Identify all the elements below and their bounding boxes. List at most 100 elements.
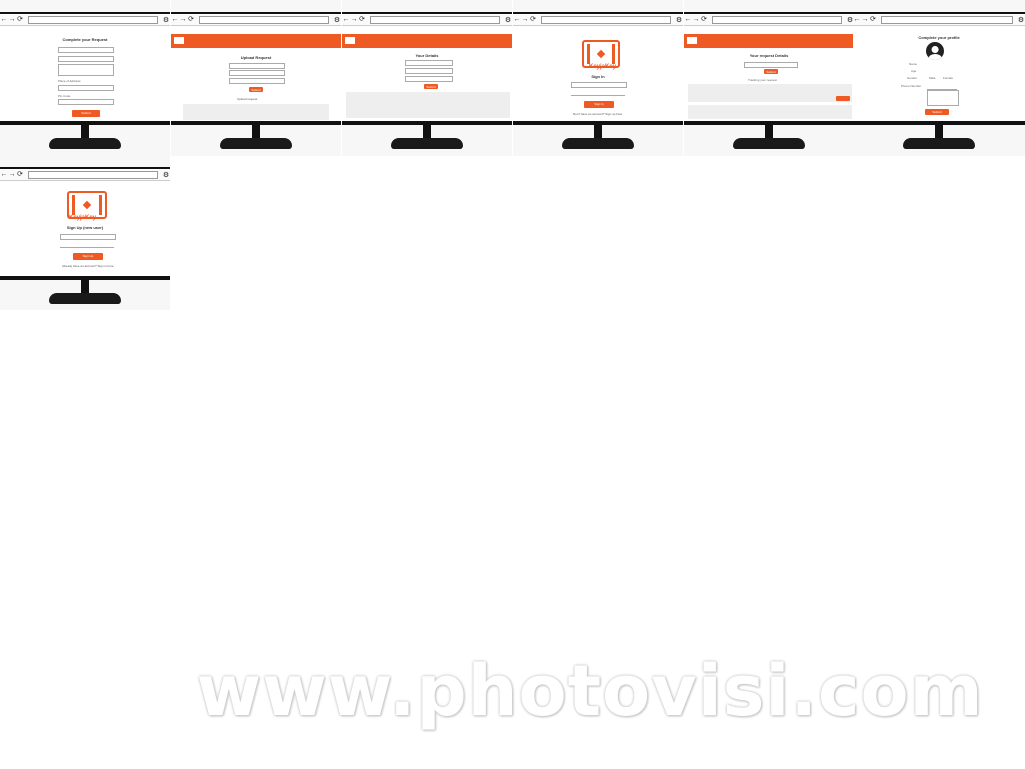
forward-arrow-icon[interactable]: → bbox=[692, 15, 700, 25]
monitor-neck bbox=[81, 280, 89, 294]
monitor-screen bbox=[0, 169, 170, 277]
input-field[interactable] bbox=[405, 60, 453, 66]
screenshot-tile-6: ← → ⟳ ⚙ Complete your profile Name Age G… bbox=[853, 0, 1025, 156]
refresh-icon[interactable]: ⟳ bbox=[16, 170, 24, 180]
logo-icon[interactable] bbox=[686, 36, 698, 45]
page-title: Complete your Request bbox=[62, 37, 108, 42]
content-panel bbox=[688, 105, 852, 119]
address-field[interactable] bbox=[58, 85, 114, 91]
monitor-stand bbox=[220, 138, 292, 149]
url-bar[interactable] bbox=[199, 16, 329, 24]
gear-icon[interactable]: ⚙ bbox=[675, 16, 683, 24]
textarea-field[interactable] bbox=[927, 90, 959, 106]
screenshot-tile-5: ← → ⟳ ⚙ Your request Details Submit Trac… bbox=[684, 0, 854, 156]
avatar-icon[interactable] bbox=[926, 42, 944, 60]
forward-arrow-icon[interactable]: → bbox=[350, 15, 358, 25]
screenshot-tile-4: ← → ⟳ ⚙ KeyjaKey Sign In Sign In Don't h… bbox=[513, 0, 683, 156]
gear-icon[interactable]: ⚙ bbox=[504, 16, 512, 24]
refresh-icon[interactable]: ⟳ bbox=[358, 15, 366, 25]
action-button[interactable] bbox=[836, 96, 850, 101]
forward-arrow-icon[interactable]: → bbox=[8, 170, 16, 180]
input-field[interactable] bbox=[58, 47, 114, 53]
brand-name: KeyjaKey bbox=[589, 64, 617, 70]
back-arrow-icon[interactable]: ← bbox=[684, 15, 692, 25]
url-bar[interactable] bbox=[712, 16, 842, 24]
browser-toolbar: ← → ⟳ ⚙ bbox=[0, 15, 170, 26]
site-header bbox=[171, 34, 341, 48]
back-arrow-icon[interactable]: ← bbox=[0, 170, 8, 180]
url-bar[interactable] bbox=[28, 16, 158, 24]
input-field[interactable] bbox=[405, 76, 453, 82]
gear-icon[interactable]: ⚙ bbox=[162, 171, 170, 179]
upload-link[interactable]: Upload request bbox=[237, 97, 257, 101]
submit-button[interactable]: Submit bbox=[925, 109, 949, 115]
monitor-stand bbox=[903, 138, 975, 149]
forward-arrow-icon[interactable]: → bbox=[8, 15, 16, 25]
email-field[interactable] bbox=[60, 234, 116, 240]
field-label: Age bbox=[911, 69, 917, 73]
back-arrow-icon[interactable]: ← bbox=[0, 15, 8, 25]
refresh-icon[interactable]: ⟳ bbox=[529, 15, 537, 25]
url-bar[interactable] bbox=[28, 171, 158, 179]
refresh-icon[interactable]: ⟳ bbox=[187, 15, 195, 25]
gear-icon[interactable]: ⚙ bbox=[333, 16, 341, 24]
field-label: Pin Code bbox=[58, 94, 71, 98]
url-bar[interactable] bbox=[881, 16, 1013, 24]
signup-button[interactable]: Sign Up bbox=[73, 253, 103, 260]
submit-button[interactable]: Submit bbox=[424, 84, 438, 89]
submit-button[interactable]: Submit bbox=[249, 87, 263, 92]
pincode-field[interactable] bbox=[58, 99, 114, 105]
gender-option[interactable]: Female bbox=[943, 76, 953, 80]
input-field[interactable] bbox=[229, 70, 285, 76]
input-field[interactable] bbox=[744, 62, 798, 68]
field-label: Name bbox=[909, 62, 918, 66]
monitor-neck bbox=[594, 125, 602, 139]
page-title: Your request Details bbox=[749, 53, 789, 58]
textarea-field[interactable] bbox=[58, 64, 114, 76]
forward-arrow-icon[interactable]: → bbox=[861, 15, 869, 25]
logo-icon[interactable] bbox=[173, 36, 185, 45]
content-panel bbox=[183, 104, 329, 120]
logo-icon[interactable] bbox=[344, 36, 356, 45]
signin-button[interactable]: Sign In bbox=[584, 101, 614, 108]
gender-option[interactable]: Male bbox=[929, 76, 936, 80]
field-label: Phone Number bbox=[901, 84, 922, 88]
back-arrow-icon[interactable]: ← bbox=[171, 15, 179, 25]
submit-button[interactable]: Submit bbox=[72, 110, 100, 117]
site-header bbox=[684, 34, 854, 48]
forward-arrow-icon[interactable]: → bbox=[179, 15, 187, 25]
input-field[interactable] bbox=[229, 78, 285, 84]
screenshot-tile-3: ← → ⟳ ⚙ Your Details Submit bbox=[342, 0, 512, 156]
refresh-icon[interactable]: ⟳ bbox=[16, 15, 24, 25]
password-field[interactable] bbox=[60, 243, 114, 248]
input-field[interactable] bbox=[229, 63, 285, 69]
back-arrow-icon[interactable]: ← bbox=[513, 15, 521, 25]
input-field[interactable] bbox=[405, 68, 453, 74]
monitor-neck bbox=[81, 125, 89, 139]
back-arrow-icon[interactable]: ← bbox=[342, 15, 350, 25]
monitor-stand bbox=[562, 138, 634, 149]
monitor-neck bbox=[423, 125, 431, 139]
gear-icon[interactable]: ⚙ bbox=[1017, 16, 1025, 24]
input-field[interactable] bbox=[58, 56, 114, 62]
password-field[interactable] bbox=[571, 91, 625, 96]
screenshot-tile-7: ← → ⟳ ⚙ KeyjaKey Sign Up (new user) Sign… bbox=[0, 155, 170, 310]
refresh-icon[interactable]: ⟳ bbox=[869, 15, 877, 25]
site-header bbox=[342, 34, 512, 48]
browser-toolbar: ← → ⟳ ⚙ bbox=[513, 15, 683, 26]
submit-button[interactable]: Submit bbox=[764, 69, 778, 74]
forward-arrow-icon[interactable]: → bbox=[521, 15, 529, 25]
content-panel bbox=[346, 92, 510, 118]
signin-link[interactable]: Already have an account? Sign in here bbox=[62, 264, 114, 268]
back-arrow-icon[interactable]: ← bbox=[853, 15, 861, 25]
gear-icon[interactable]: ⚙ bbox=[162, 16, 170, 24]
refresh-icon[interactable]: ⟳ bbox=[700, 15, 708, 25]
email-field[interactable] bbox=[571, 82, 627, 88]
watermark-text: www.photovisi.com bbox=[196, 650, 984, 732]
brand-name: KeyjaKey bbox=[69, 215, 97, 221]
monitor-neck bbox=[252, 125, 260, 139]
signup-link[interactable]: Don't have an account? Sign up here bbox=[573, 112, 622, 116]
section-subtitle: Tracking your request bbox=[748, 78, 777, 82]
url-bar[interactable] bbox=[370, 16, 500, 24]
url-bar[interactable] bbox=[541, 16, 671, 24]
